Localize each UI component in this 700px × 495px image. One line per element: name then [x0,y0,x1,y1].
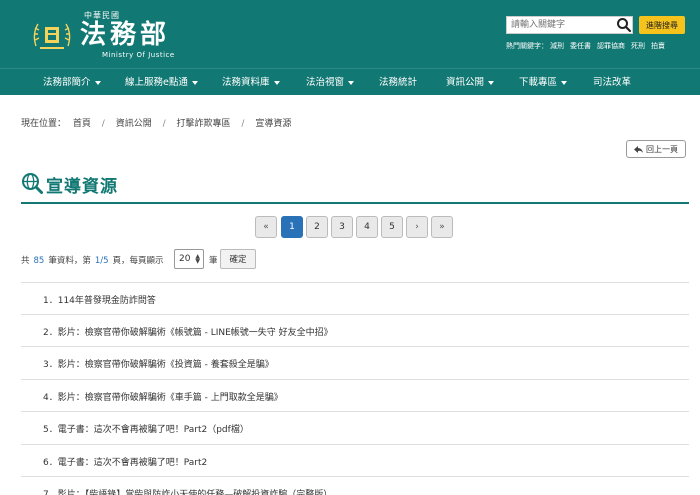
back-button-label: 回上一頁 [646,144,678,154]
hot-keyword-link[interactable]: 委任書 [570,42,591,50]
breadcrumb-home[interactable]: 首頁 [73,119,91,129]
hot-keyword-link[interactable]: 拍賣 [651,42,665,50]
breadcrumb-separator: / [162,119,166,129]
nav-item-statistics[interactable]: 法務統計 [379,69,417,96]
page-button-3[interactable]: 3 [331,216,353,238]
caret-down-icon [488,80,495,85]
search-icon[interactable] [616,17,632,33]
confirm-button[interactable]: 確定 [220,249,256,269]
search-input[interactable] [506,16,633,34]
page-indicator: 1/5 [94,256,109,266]
breadcrumb-prefix: 現在位置： [21,119,67,129]
hot-keywords-label: 熱門關鍵字： [506,42,548,50]
list-item-title[interactable]: 3．影片：檢察官帶你破解騙術《投資篇 - 養套殺全是騙》 [43,357,274,370]
page-button-4[interactable]: 4 [356,216,378,238]
page-button-1[interactable]: 1 [281,216,303,238]
list-item-title[interactable]: 7．影片：【柴語錄】當柴與防詐小天使的任務—破解投資詐騙（完整版） [43,487,332,495]
nav-item-downloads[interactable]: 下載專區 [519,69,568,96]
per-page-unit: 筆 [209,256,218,266]
hot-keyword-link[interactable]: 減刑 [550,42,564,50]
list-item[interactable]: 7．影片：【柴語錄】當柴與防詐小天使的任務—破解投資詐騙（完整版） [21,477,689,495]
resource-list: 1．114年普發現金防詐問答 2．影片：檢察官帶你破解騙術《帳號篇 - LINE… [21,282,689,495]
list-item-title[interactable]: 1．114年普發現金防詐問答 [43,293,156,306]
hot-keyword-link[interactable]: 認罪協商 [597,42,625,50]
hot-keyword-link[interactable]: 死刑 [631,42,645,50]
main-nav: 法務部簡介 線上服務e點通 法務資料庫 法治視窗 法務統計 資訊公開 下載專區 … [0,68,700,95]
caret-down-icon [191,80,198,85]
page-title: 宣導資源 [46,177,118,197]
title-divider [21,202,689,204]
last-page-button[interactable]: » [431,216,453,238]
nav-item-judicial-reform[interactable]: 司法改革 [593,69,631,96]
caret-down-icon [348,80,355,85]
breadcrumb-separator: / [241,119,245,129]
list-item-title[interactable]: 5．電子書：這次不會再被騙了吧！Part2（pdf檔） [43,422,249,435]
result-summary: 共 85 筆資料，第 1/5 頁，每頁顯示 [21,256,164,266]
list-item-title[interactable]: 6．電子書：這次不會再被騙了吧！Part2 [43,455,207,468]
nav-item-law-window[interactable]: 法治視窗 [306,69,355,96]
caret-down-icon [94,80,101,85]
back-arrow-icon [634,145,643,153]
breadcrumb-separator: / [101,119,105,129]
list-item-title[interactable]: 2．影片：檢察官帶你破解騙術《帳號篇 - LINE帳號一失守 好友全中招》 [43,325,333,338]
breadcrumb-info-disclosure[interactable]: 資訊公開 [116,119,152,129]
page-button-5[interactable]: 5 [381,216,403,238]
back-button[interactable]: 回上一頁 [626,140,686,158]
hot-keywords: 熱門關鍵字： 減刑 委任書 認罪協商 死刑 拍賣 [506,41,671,51]
next-page-button[interactable]: › [406,216,428,238]
site-name[interactable]: 法務部 [80,20,170,50]
total-count: 85 [33,256,45,266]
globe-search-icon [22,173,43,194]
list-item[interactable]: 1．114年普發現金防詐問答 [21,282,689,315]
breadcrumb: 現在位置： 首頁 / 資訊公開 / 打擊詐欺專區 / 宣導資源 [21,116,291,129]
site-name-en: Ministry Of Justice [102,51,175,59]
first-page-button[interactable]: « [255,216,277,238]
list-item[interactable]: 5．電子書：這次不會再被騙了吧！Part2（pdf檔） [21,412,689,445]
caret-down-icon [273,80,280,85]
list-item[interactable]: 6．電子書：這次不會再被騙了吧！Part2 [21,445,689,477]
list-item[interactable]: 2．影片：檢察官帶你破解騙術《帳號篇 - LINE帳號一失守 好友全中招》 [21,315,689,347]
list-item[interactable]: 4．影片：檢察官帶你破解騙術《車手篇 - 上門取款全是騙》 [21,380,689,412]
advanced-search-button[interactable]: 進階搜尋 [639,16,685,34]
breadcrumb-current[interactable]: 宣導資源 [255,119,291,129]
list-item-title[interactable]: 4．影片：檢察官帶你破解騙術《車手篇 - 上門取款全是騙》 [43,390,283,403]
select-arrows-icon: ▲ ▼ [195,253,200,265]
nav-item-info-disclosure[interactable]: 資訊公開 [446,69,495,96]
list-item[interactable]: 3．影片：檢察官帶你破解騙術《投資篇 - 養套殺全是騙》 [21,347,689,380]
nav-item-about[interactable]: 法務部簡介 [43,69,101,96]
nav-item-online-services[interactable]: 線上服務e點通 [125,69,198,96]
per-page-select[interactable]: 20 ▲ ▼ [174,249,204,269]
site-header: 中華民國 法務部 Ministry Of Justice 進階搜尋 熱門關鍵字：… [0,0,700,68]
ministry-emblem-icon[interactable] [30,16,74,56]
nav-item-database[interactable]: 法務資料庫 [222,69,280,96]
breadcrumb-anti-fraud[interactable]: 打擊詐欺專區 [177,119,231,129]
caret-down-icon [561,80,568,85]
page-button-2[interactable]: 2 [306,216,328,238]
